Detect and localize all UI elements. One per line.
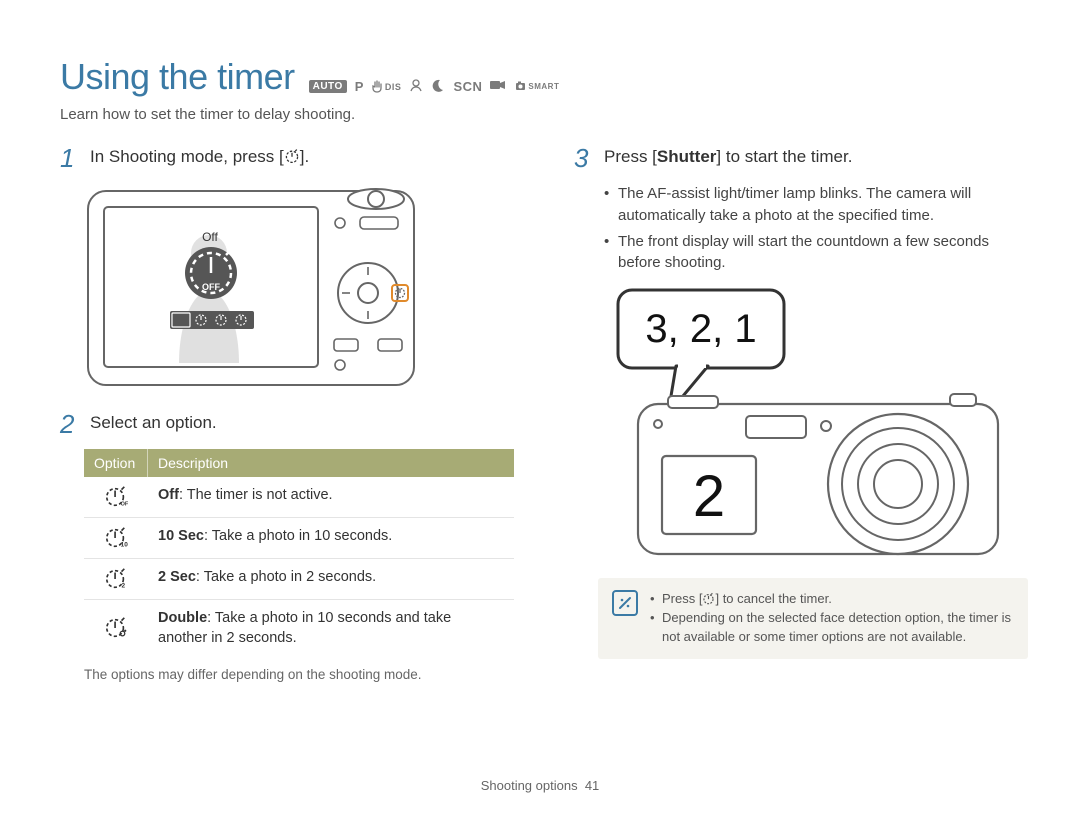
table-row: OFF Off: The timer is not active. xyxy=(84,477,514,518)
option-description: Double: Take a photo in 10 seconds and t… xyxy=(148,600,514,657)
options-table: Option Description OFF Off: The timer is … xyxy=(84,449,514,657)
timer-icon xyxy=(284,148,300,164)
step-2: 2 Select an option. xyxy=(60,411,514,437)
camera-back-diagram: Off OFF xyxy=(84,183,420,393)
svg-text:OFF: OFF xyxy=(121,501,128,507)
option-icon-off: OFF xyxy=(84,477,148,517)
footer-page: 41 xyxy=(585,778,599,793)
note-box-list: Press [] to cancel the timer. Depending … xyxy=(650,590,1014,647)
hand-icon xyxy=(372,80,383,94)
mode-scn-icon: SCN xyxy=(453,79,482,94)
right-column: 3 Press [Shutter] to start the timer. Th… xyxy=(574,145,1028,682)
option-icon-double xyxy=(84,600,148,657)
note-item: Depending on the selected face detection… xyxy=(650,609,1014,647)
bubble-text: 3, 2, 1 xyxy=(645,307,756,351)
front-display-text: 2 xyxy=(693,464,725,529)
page-footer: Shooting options 41 xyxy=(0,778,1080,793)
note-item: Press [] to cancel the timer. xyxy=(650,590,1014,609)
option-icon-2: 2 xyxy=(84,559,148,599)
off-label: Off xyxy=(202,230,218,244)
mode-beauty-icon xyxy=(409,78,423,95)
off-badge: OFF xyxy=(202,282,220,292)
option-description: Off: The timer is not active. xyxy=(148,477,514,517)
svg-text:2: 2 xyxy=(122,582,126,589)
bullet: The front display will start the countdo… xyxy=(604,231,1028,275)
step-2-text: Select an option. xyxy=(90,411,217,435)
svg-text:10: 10 xyxy=(121,541,128,548)
left-column: 1 In Shooting mode, press []. xyxy=(60,145,514,682)
note-icon xyxy=(612,590,638,616)
mode-icons: AUTO P DIS SCN SMART xyxy=(309,78,560,95)
title-row: Using the timer AUTO P DIS SCN SMART xyxy=(60,56,1020,98)
step-3: 3 Press [Shutter] to start the timer. xyxy=(574,145,1028,171)
columns: 1 In Shooting mode, press []. xyxy=(60,145,1020,682)
note-box: Press [] to cancel the timer. Depending … xyxy=(598,578,1028,659)
option-description: 2 Sec: Take a photo in 2 seconds. xyxy=(148,559,514,599)
mode-p-icon: P xyxy=(355,79,364,94)
mode-night-icon xyxy=(431,78,445,95)
timer-icon xyxy=(702,592,715,605)
mode-movie-icon xyxy=(490,79,506,94)
th-description: Description xyxy=(148,449,514,477)
step-3-text: Press [Shutter] to start the timer. xyxy=(604,145,852,169)
subtitle: Learn how to set the timer to delay shoo… xyxy=(60,106,1020,123)
mode-dis-icon: DIS xyxy=(372,80,402,94)
mode-auto-icon: AUTO xyxy=(309,80,347,93)
table-row: Double: Take a photo in 10 seconds and t… xyxy=(84,600,514,657)
camera-front-diagram: 3, 2, 1 2 xyxy=(598,284,1028,564)
step-1-text: In Shooting mode, press []. xyxy=(90,145,309,169)
step-3-bullets: The AF-assist light/timer lamp blinks. T… xyxy=(604,183,1028,274)
table-row: 10 10 Sec: Take a photo in 10 seconds. xyxy=(84,518,514,559)
bullet: The AF-assist light/timer lamp blinks. T… xyxy=(604,183,1028,227)
th-option: Option xyxy=(84,449,148,477)
page-title: Using the timer xyxy=(60,56,295,98)
page: Using the timer AUTO P DIS SCN SMART xyxy=(0,0,1080,815)
options-note: The options may differ depending on the … xyxy=(84,667,514,682)
step-2-number: 2 xyxy=(60,411,80,437)
option-icon-10: 10 xyxy=(84,518,148,558)
step-1-number: 1 xyxy=(60,145,80,171)
step-1: 1 In Shooting mode, press []. xyxy=(60,145,514,171)
footer-section: Shooting options xyxy=(481,778,578,793)
table-header: Option Description xyxy=(84,449,514,477)
step-3-number: 3 xyxy=(574,145,594,171)
mode-smart-icon: SMART xyxy=(514,80,559,93)
table-row: 2 2 Sec: Take a photo in 2 seconds. xyxy=(84,559,514,600)
option-description: 10 Sec: Take a photo in 10 seconds. xyxy=(148,518,514,558)
